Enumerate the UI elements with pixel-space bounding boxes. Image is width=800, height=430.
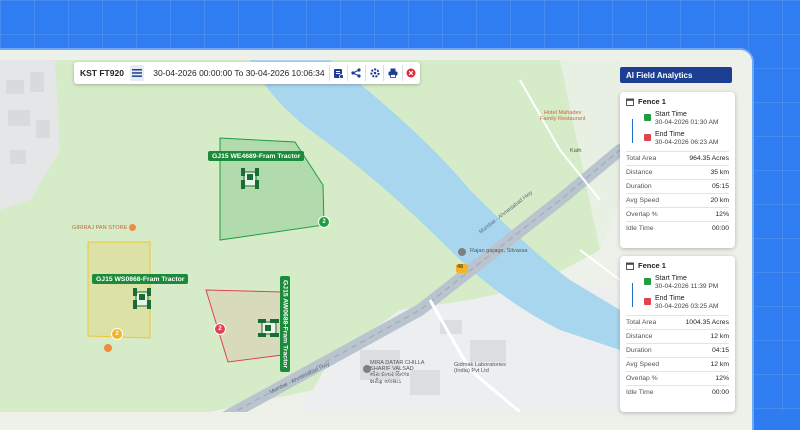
vehicle-label[interactable]: GJ15 AW0688-Fram Tractor <box>280 276 290 373</box>
stat-row-total-area: Total Area 1004.35 Acres <box>626 315 729 329</box>
stat-key: Avg Speed <box>626 361 660 368</box>
stat-row-idle-time: Idle Time 00:00 <box>626 385 729 399</box>
end-time-row: End Time 30-04-2026 03:25 AM <box>644 295 729 311</box>
poi-label: Gidmak Laboratories (India) Pvt Ltd <box>454 362 506 374</box>
poi-label: MIRA DATAR CHILLA SHARIF VALSAD મીરા દાત… <box>370 360 425 385</box>
stat-value: 00:00 <box>711 225 729 232</box>
timeline-connector <box>632 119 633 143</box>
stat-value: 12 km <box>710 361 729 368</box>
end-time-label: End Time <box>655 295 685 302</box>
stat-value: 12 km <box>710 333 729 340</box>
timeline-connector <box>632 283 633 307</box>
stat-key: Overlap % <box>626 211 658 218</box>
vehicle-label[interactable]: GJ15 WS0868-Fram Tractor <box>92 274 189 284</box>
fence-card-title: Fence 1 <box>626 97 729 106</box>
stat-row-distance: Distance 35 km <box>626 165 729 179</box>
end-time-label: End Time <box>655 131 685 138</box>
report-icon[interactable] <box>329 62 346 84</box>
calendar-icon <box>626 262 634 270</box>
stat-key: Distance <box>626 333 653 340</box>
stat-row-total-area: Total Area 964.35 Acres <box>626 151 729 165</box>
print-icon[interactable] <box>384 62 401 84</box>
map-toolbar: KST FT920 30-04-2026 00:00:00 To 30-04-2… <box>74 62 420 84</box>
poi-text: GIRIRAJ PAN STORE <box>72 224 128 231</box>
panel-title: AI Field Analytics <box>620 67 732 83</box>
stat-row-overlap: Overlap % 12% <box>626 371 729 385</box>
start-time-value: 30-04-2026 11:39 PM <box>655 283 719 290</box>
stat-value: 05:15 <box>711 183 729 190</box>
fence-badge[interactable]: 2 <box>111 328 123 340</box>
date-range-field[interactable]: 30-04-2026 00:00:00 To 30-04-2026 10:06:… <box>149 68 328 78</box>
fence-card[interactable]: Fence 1 Start Time 30-04-2026 01:30 AM E… <box>620 92 735 248</box>
vehicle-label[interactable]: GJ15 WE4689-Fram Tractor <box>208 151 305 161</box>
start-time-row: Start Time 30-04-2026 11:39 PM <box>644 275 729 291</box>
stat-value: 00:00 <box>711 389 729 396</box>
share-icon[interactable] <box>348 62 365 84</box>
fence-card[interactable]: Fence 1 Start Time 30-04-2026 11:39 PM E… <box>620 256 735 412</box>
stat-key: Overlap % <box>626 375 658 382</box>
close-icon[interactable] <box>403 62 420 84</box>
fence-badge[interactable]: 2 <box>318 216 330 228</box>
poi-label: GIRIRAJ PAN STORE <box>72 224 137 231</box>
start-time-row: Start Time 30-04-2026 01:30 AM <box>644 111 729 127</box>
stat-key: Duration <box>626 347 652 354</box>
stat-row-avg-speed: Avg Speed 20 km <box>626 193 729 207</box>
start-flag-icon <box>644 278 651 285</box>
start-time-label: Start Time <box>655 111 687 118</box>
start-time-label: Start Time <box>655 275 687 282</box>
poi-label: Kath <box>570 148 582 154</box>
time-block: Start Time 30-04-2026 11:39 PM End Time … <box>630 275 729 311</box>
stat-value: 20 km <box>710 197 729 204</box>
end-flag-icon <box>644 298 651 305</box>
stat-row-overlap: Overlap % 12% <box>626 207 729 221</box>
stat-value: 1004.35 Acres <box>685 319 729 326</box>
stat-row-duration: Duration 04:15 <box>626 343 729 357</box>
fence-badge[interactable]: 2 <box>214 323 226 335</box>
fence-name: Fence 1 <box>638 261 666 270</box>
highway-shield: 48 <box>457 264 464 270</box>
stat-key: Idle Time <box>626 225 654 232</box>
stat-value: 04:15 <box>711 347 729 354</box>
calendar-icon <box>626 98 634 106</box>
hamburger-menu-icon[interactable] <box>129 65 145 81</box>
store-icon <box>129 224 137 231</box>
stat-key: Idle Time <box>626 389 654 396</box>
start-time-value: 30-04-2026 01:30 AM <box>655 119 719 126</box>
stat-key: Duration <box>626 183 652 190</box>
fence-name: Fence 1 <box>638 97 666 106</box>
stat-key: Distance <box>626 169 653 176</box>
stat-value: 12% <box>715 211 729 218</box>
stat-value: 964.35 Acres <box>689 155 729 162</box>
poi-label: Hotel Mahadev Family Restaurant <box>540 110 586 122</box>
stat-row-duration: Duration 05:15 <box>626 179 729 193</box>
fence-card-title: Fence 1 <box>626 261 729 270</box>
stat-key: Total Area <box>626 319 657 326</box>
end-flag-icon <box>644 134 651 141</box>
end-time-value: 30-04-2026 03:25 AM <box>655 303 719 310</box>
stat-value: 12% <box>715 375 729 382</box>
stat-value: 35 km <box>710 169 729 176</box>
start-flag-icon <box>644 114 651 121</box>
stat-key: Total Area <box>626 155 657 162</box>
stat-key: Avg Speed <box>626 197 660 204</box>
end-time-value: 30-04-2026 06:23 AM <box>655 139 719 146</box>
time-block: Start Time 30-04-2026 01:30 AM End Time … <box>630 111 729 147</box>
vehicle-selector[interactable]: KST FT920 <box>74 68 130 78</box>
stat-row-idle-time: Idle Time 00:00 <box>626 221 729 235</box>
end-time-row: End Time 30-04-2026 06:23 AM <box>644 131 729 147</box>
stat-row-distance: Distance 12 km <box>626 329 729 343</box>
stat-row-avg-speed: Avg Speed 12 km <box>626 357 729 371</box>
poi-label: Rajan garage, Silvassa <box>470 248 528 254</box>
gear-icon[interactable] <box>366 62 383 84</box>
map-window: KST FT920 30-04-2026 00:00:00 To 30-04-2… <box>0 48 754 430</box>
